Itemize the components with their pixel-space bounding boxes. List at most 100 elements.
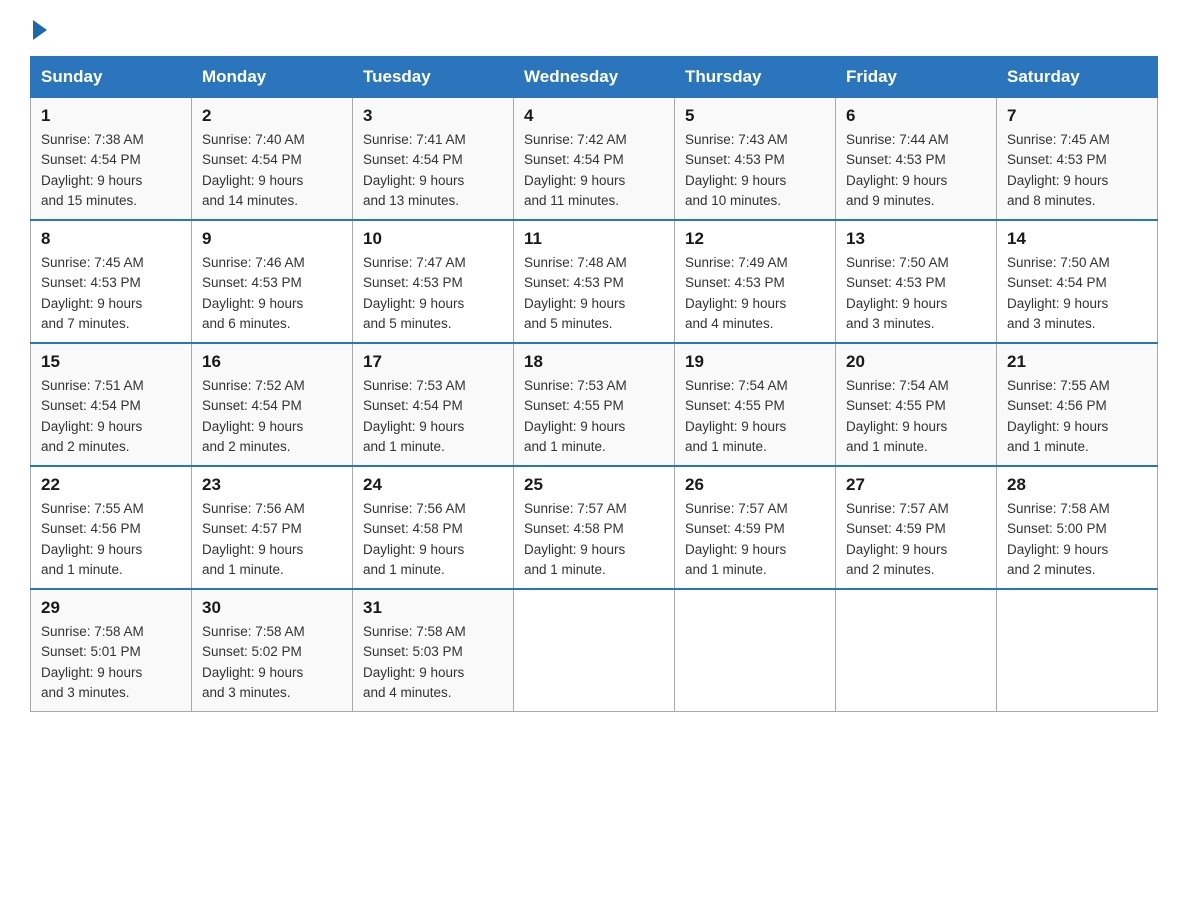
calendar-cell: 2 Sunrise: 7:40 AMSunset: 4:54 PMDaylight… — [192, 98, 353, 221]
calendar-cell: 15 Sunrise: 7:51 AMSunset: 4:54 PMDayligh… — [31, 343, 192, 466]
calendar-cell: 22 Sunrise: 7:55 AMSunset: 4:56 PMDayligh… — [31, 466, 192, 589]
day-info: Sunrise: 7:41 AMSunset: 4:54 PMDaylight:… — [363, 130, 503, 211]
calendar-cell — [997, 589, 1158, 712]
day-info: Sunrise: 7:56 AMSunset: 4:57 PMDaylight:… — [202, 499, 342, 580]
day-info: Sunrise: 7:54 AMSunset: 4:55 PMDaylight:… — [685, 376, 825, 457]
logo-general — [30, 20, 47, 40]
calendar-cell: 19 Sunrise: 7:54 AMSunset: 4:55 PMDayligh… — [675, 343, 836, 466]
day-number: 17 — [363, 352, 503, 372]
logo — [30, 20, 47, 36]
day-info: Sunrise: 7:48 AMSunset: 4:53 PMDaylight:… — [524, 253, 664, 334]
day-info: Sunrise: 7:46 AMSunset: 4:53 PMDaylight:… — [202, 253, 342, 334]
day-info: Sunrise: 7:44 AMSunset: 4:53 PMDaylight:… — [846, 130, 986, 211]
day-number: 6 — [846, 106, 986, 126]
calendar-cell — [514, 589, 675, 712]
day-info: Sunrise: 7:45 AMSunset: 4:53 PMDaylight:… — [41, 253, 181, 334]
weekday-header-saturday: Saturday — [997, 57, 1158, 98]
day-number: 30 — [202, 598, 342, 618]
day-info: Sunrise: 7:53 AMSunset: 4:55 PMDaylight:… — [524, 376, 664, 457]
day-number: 25 — [524, 475, 664, 495]
day-number: 27 — [846, 475, 986, 495]
day-number: 29 — [41, 598, 181, 618]
calendar-cell: 3 Sunrise: 7:41 AMSunset: 4:54 PMDaylight… — [353, 98, 514, 221]
day-number: 19 — [685, 352, 825, 372]
calendar-cell: 16 Sunrise: 7:52 AMSunset: 4:54 PMDayligh… — [192, 343, 353, 466]
day-number: 10 — [363, 229, 503, 249]
weekday-header-thursday: Thursday — [675, 57, 836, 98]
day-number: 21 — [1007, 352, 1147, 372]
day-info: Sunrise: 7:52 AMSunset: 4:54 PMDaylight:… — [202, 376, 342, 457]
day-info: Sunrise: 7:49 AMSunset: 4:53 PMDaylight:… — [685, 253, 825, 334]
day-number: 1 — [41, 106, 181, 126]
day-info: Sunrise: 7:58 AMSunset: 5:02 PMDaylight:… — [202, 622, 342, 703]
day-number: 22 — [41, 475, 181, 495]
calendar-cell: 12 Sunrise: 7:49 AMSunset: 4:53 PMDayligh… — [675, 220, 836, 343]
calendar-cell: 4 Sunrise: 7:42 AMSunset: 4:54 PMDaylight… — [514, 98, 675, 221]
day-number: 24 — [363, 475, 503, 495]
day-number: 12 — [685, 229, 825, 249]
day-info: Sunrise: 7:42 AMSunset: 4:54 PMDaylight:… — [524, 130, 664, 211]
day-number: 3 — [363, 106, 503, 126]
day-number: 2 — [202, 106, 342, 126]
day-info: Sunrise: 7:45 AMSunset: 4:53 PMDaylight:… — [1007, 130, 1147, 211]
day-number: 13 — [846, 229, 986, 249]
calendar-cell: 23Sunrise: 7:56 AMSunset: 4:57 PMDayligh… — [192, 466, 353, 589]
calendar-cell: 26 Sunrise: 7:57 AMSunset: 4:59 PMDayligh… — [675, 466, 836, 589]
calendar-week-row: 29Sunrise: 7:58 AMSunset: 5:01 PMDayligh… — [31, 589, 1158, 712]
day-info: Sunrise: 7:57 AMSunset: 4:59 PMDaylight:… — [846, 499, 986, 580]
weekday-header-wednesday: Wednesday — [514, 57, 675, 98]
calendar-cell: 18 Sunrise: 7:53 AMSunset: 4:55 PMDayligh… — [514, 343, 675, 466]
calendar-cell: 11 Sunrise: 7:48 AMSunset: 4:53 PMDayligh… — [514, 220, 675, 343]
calendar-cell: 13 Sunrise: 7:50 AMSunset: 4:53 PMDayligh… — [836, 220, 997, 343]
day-info: Sunrise: 7:57 AMSunset: 4:59 PMDaylight:… — [685, 499, 825, 580]
calendar-cell — [836, 589, 997, 712]
day-number: 15 — [41, 352, 181, 372]
calendar-cell: 28Sunrise: 7:58 AMSunset: 5:00 PMDayligh… — [997, 466, 1158, 589]
calendar-cell: 5 Sunrise: 7:43 AMSunset: 4:53 PMDaylight… — [675, 98, 836, 221]
day-info: Sunrise: 7:38 AMSunset: 4:54 PMDaylight:… — [41, 130, 181, 211]
calendar-cell: 1 Sunrise: 7:38 AMSunset: 4:54 PMDaylight… — [31, 98, 192, 221]
day-info: Sunrise: 7:51 AMSunset: 4:54 PMDaylight:… — [41, 376, 181, 457]
calendar-table: SundayMondayTuesdayWednesdayThursdayFrid… — [30, 56, 1158, 712]
day-info: Sunrise: 7:53 AMSunset: 4:54 PMDaylight:… — [363, 376, 503, 457]
day-info: Sunrise: 7:58 AMSunset: 5:03 PMDaylight:… — [363, 622, 503, 703]
weekday-header-row: SundayMondayTuesdayWednesdayThursdayFrid… — [31, 57, 1158, 98]
day-number: 18 — [524, 352, 664, 372]
calendar-cell: 21 Sunrise: 7:55 AMSunset: 4:56 PMDayligh… — [997, 343, 1158, 466]
day-info: Sunrise: 7:40 AMSunset: 4:54 PMDaylight:… — [202, 130, 342, 211]
weekday-header-tuesday: Tuesday — [353, 57, 514, 98]
logo-arrow-icon — [33, 20, 47, 40]
calendar-cell: 30 Sunrise: 7:58 AMSunset: 5:02 PMDayligh… — [192, 589, 353, 712]
calendar-cell: 31 Sunrise: 7:58 AMSunset: 5:03 PMDayligh… — [353, 589, 514, 712]
day-info: Sunrise: 7:50 AMSunset: 4:53 PMDaylight:… — [846, 253, 986, 334]
day-info: Sunrise: 7:50 AMSunset: 4:54 PMDaylight:… — [1007, 253, 1147, 334]
calendar-cell: 20Sunrise: 7:54 AMSunset: 4:55 PMDayligh… — [836, 343, 997, 466]
day-number: 11 — [524, 229, 664, 249]
calendar-cell: 25 Sunrise: 7:57 AMSunset: 4:58 PMDayligh… — [514, 466, 675, 589]
day-info: Sunrise: 7:54 AMSunset: 4:55 PMDaylight:… — [846, 376, 986, 457]
calendar-cell: 29Sunrise: 7:58 AMSunset: 5:01 PMDayligh… — [31, 589, 192, 712]
calendar-cell — [675, 589, 836, 712]
calendar-cell: 14 Sunrise: 7:50 AMSunset: 4:54 PMDayligh… — [997, 220, 1158, 343]
day-number: 26 — [685, 475, 825, 495]
day-number: 31 — [363, 598, 503, 618]
calendar-week-row: 22 Sunrise: 7:55 AMSunset: 4:56 PMDayligh… — [31, 466, 1158, 589]
weekday-header-sunday: Sunday — [31, 57, 192, 98]
calendar-cell: 9Sunrise: 7:46 AMSunset: 4:53 PMDaylight… — [192, 220, 353, 343]
day-info: Sunrise: 7:57 AMSunset: 4:58 PMDaylight:… — [524, 499, 664, 580]
calendar-week-row: 15 Sunrise: 7:51 AMSunset: 4:54 PMDayligh… — [31, 343, 1158, 466]
day-info: Sunrise: 7:55 AMSunset: 4:56 PMDaylight:… — [41, 499, 181, 580]
weekday-header-friday: Friday — [836, 57, 997, 98]
day-number: 4 — [524, 106, 664, 126]
calendar-cell: 27 Sunrise: 7:57 AMSunset: 4:59 PMDayligh… — [836, 466, 997, 589]
day-number: 14 — [1007, 229, 1147, 249]
calendar-cell: 7 Sunrise: 7:45 AMSunset: 4:53 PMDaylight… — [997, 98, 1158, 221]
day-number: 8 — [41, 229, 181, 249]
calendar-cell: 10Sunrise: 7:47 AMSunset: 4:53 PMDayligh… — [353, 220, 514, 343]
day-info: Sunrise: 7:43 AMSunset: 4:53 PMDaylight:… — [685, 130, 825, 211]
day-number: 5 — [685, 106, 825, 126]
day-number: 16 — [202, 352, 342, 372]
day-number: 7 — [1007, 106, 1147, 126]
day-info: Sunrise: 7:55 AMSunset: 4:56 PMDaylight:… — [1007, 376, 1147, 457]
calendar-cell: 6 Sunrise: 7:44 AMSunset: 4:53 PMDaylight… — [836, 98, 997, 221]
